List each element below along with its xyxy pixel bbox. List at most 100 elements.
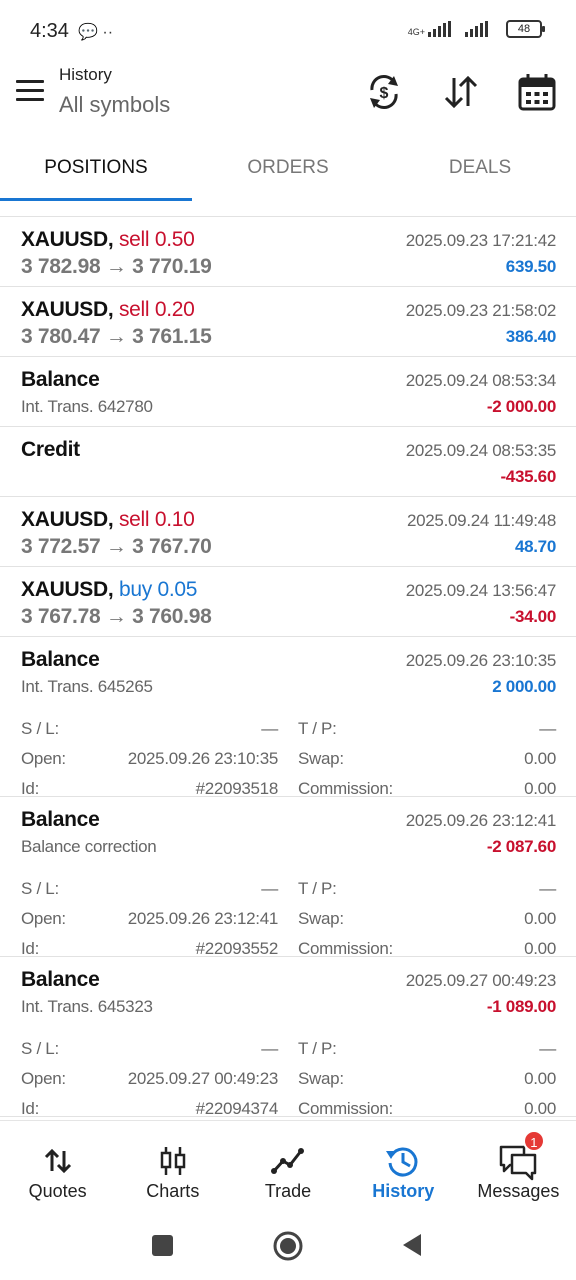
nav-label: Messages (477, 1181, 560, 1201)
swap-value: 0.00 (524, 909, 556, 928)
position-title: XAUUSD, sell 0.50 (21, 228, 195, 252)
nav-history[interactable]: History (346, 1121, 461, 1216)
nav-trade[interactable]: Trade (230, 1121, 345, 1216)
deal-type: sell 0.50 (118, 228, 195, 251)
commission-label: Commission: (298, 1099, 393, 1118)
tp-label: T / P: (298, 1039, 337, 1058)
menu-icon[interactable] (16, 80, 44, 102)
battery-icon: 48 (506, 20, 545, 38)
timestamp: 2025.09.23 17:21:42 (405, 231, 557, 250)
balance-title: Balance (21, 808, 100, 831)
list-item[interactable]: XAUUSD, sell 0.20 3 780.47 → 3 761.15 20… (0, 287, 576, 357)
open-value: 2025.09.26 23:10:35 (127, 749, 279, 768)
profit: 639.50 (505, 257, 557, 276)
back-triangle-icon[interactable] (400, 1230, 424, 1260)
signal-icon-2 (465, 21, 488, 37)
sl-value: — (261, 1039, 278, 1058)
status-right-icons: 4G+ 48 (408, 20, 545, 38)
id-label: Id: (21, 1099, 40, 1118)
history-clock-icon (386, 1147, 418, 1177)
deal-type: sell 0.20 (118, 298, 195, 321)
timestamp: 2025.09.24 11:49:48 (406, 511, 556, 530)
profit: 48.70 (514, 537, 556, 556)
swap-label: Swap: (298, 749, 344, 768)
comment: Int. Trans. 645265 (21, 677, 153, 696)
nav-label: History (372, 1181, 435, 1201)
tp-label: T / P: (298, 879, 337, 898)
comment: Int. Trans. 645323 (21, 997, 153, 1016)
sl-label: S / L: (21, 879, 59, 898)
list-item-expanded[interactable]: Balance Balance correction 2025.09.26 23… (0, 797, 576, 958)
list-item[interactable]: XAUUSD, sell 0.10 3 772.57 → 3 767.70 20… (0, 497, 576, 567)
position-title: XAUUSD, sell 0.10 (21, 508, 195, 532)
sort-icon[interactable] (441, 72, 481, 112)
swap-value: 0.00 (524, 1069, 556, 1088)
timestamp: 2025.09.24 08:53:35 (405, 441, 557, 460)
comment: Int. Trans. 642780 (21, 397, 153, 416)
credit-title: Credit (21, 438, 80, 461)
notification-icons: 💬 ·· (78, 24, 114, 41)
page-title: History (59, 65, 112, 84)
trade-line-icon (271, 1148, 304, 1174)
calendar-icon[interactable] (517, 72, 557, 112)
commission-value: 0.00 (524, 779, 556, 798)
list-item[interactable]: Credit 2025.09.24 08:53:35 -435.60 (0, 427, 576, 497)
deal-type: sell 0.10 (118, 508, 195, 531)
profit: -1 089.00 (486, 997, 556, 1016)
comment: Balance correction (21, 837, 157, 856)
commission-label: Commission: (298, 779, 393, 798)
app-header: History All symbols $ (0, 60, 576, 140)
timestamp: 2025.09.26 23:10:35 (405, 651, 557, 670)
quotes-arrows-icon (44, 1148, 71, 1174)
home-circle-icon[interactable] (272, 1230, 304, 1262)
currency-exchange-icon[interactable]: $ (364, 72, 404, 112)
nav-quotes[interactable]: Quotes (0, 1121, 115, 1216)
tab-orders[interactable]: ORDERS (192, 140, 384, 200)
position-title: XAUUSD, buy 0.05 (21, 578, 197, 602)
open-label: Open: (21, 909, 66, 928)
system-navigation-bar (0, 1216, 576, 1280)
price-range: 3 782.98 → 3 770.19 (21, 255, 212, 278)
commission-label: Commission: (298, 939, 393, 958)
list-item[interactable]: XAUUSD, sell 0.50 3 782.98 → 3 770.19 20… (0, 217, 576, 287)
price-range: 3 772.57 → 3 767.70 (21, 535, 212, 558)
list-item-expanded[interactable]: Balance Int. Trans. 645323 2025.09.27 00… (0, 957, 576, 1118)
commission-value: 0.00 (524, 939, 556, 958)
list-item[interactable]: XAUUSD, buy 0.05 3 767.78 → 3 760.98 202… (0, 567, 576, 637)
profit: -34.00 (509, 607, 557, 626)
svg-text:$: $ (380, 85, 389, 102)
id-value: #22093518 (195, 779, 279, 798)
open-label: Open: (21, 1069, 66, 1088)
timestamp: 2025.09.24 13:56:47 (405, 581, 557, 600)
symbol: XAUUSD, (21, 228, 114, 251)
tp-value: — (539, 879, 556, 898)
nav-charts[interactable]: Charts (115, 1121, 230, 1216)
timestamp: 2025.09.27 00:49:23 (405, 971, 557, 990)
profit: 386.40 (505, 327, 557, 346)
status-bar: 4:34 💬 ·· 4G+ 48 (0, 0, 576, 60)
history-list[interactable]: XAUUSD, sell 0.50 3 782.98 → 3 770.19 20… (0, 200, 576, 1120)
timestamp: 2025.09.24 08:53:34 (405, 371, 557, 390)
symbol: XAUUSD, (21, 508, 114, 531)
nav-label: Charts (146, 1181, 200, 1201)
tab-deals[interactable]: DEALS (384, 140, 576, 200)
tab-positions[interactable]: POSITIONS (0, 140, 192, 200)
nav-messages[interactable]: 1 Messages (461, 1121, 576, 1216)
list-item[interactable]: Balance Int. Trans. 642780 2025.09.24 08… (0, 357, 576, 427)
symbol-filter[interactable]: All symbols (59, 92, 170, 118)
symbol: XAUUSD, (21, 298, 114, 321)
nav-label: Quotes (28, 1181, 87, 1201)
balance-title: Balance (21, 648, 100, 671)
nav-label: Trade (264, 1181, 312, 1201)
timestamp: 2025.09.26 23:12:41 (405, 811, 557, 830)
recents-square-icon[interactable] (150, 1230, 176, 1260)
swap-label: Swap: (298, 1069, 344, 1088)
status-time: 4:34 (30, 20, 69, 42)
list-item-partial[interactable] (0, 200, 576, 217)
id-value: #22094374 (195, 1099, 279, 1118)
price-range: 3 780.47 → 3 761.15 (21, 325, 212, 348)
position-title: XAUUSD, sell 0.20 (21, 298, 195, 322)
balance-title: Balance (21, 368, 100, 391)
sl-value: — (261, 879, 278, 898)
list-item-expanded[interactable]: Balance Int. Trans. 645265 2025.09.26 23… (0, 637, 576, 798)
